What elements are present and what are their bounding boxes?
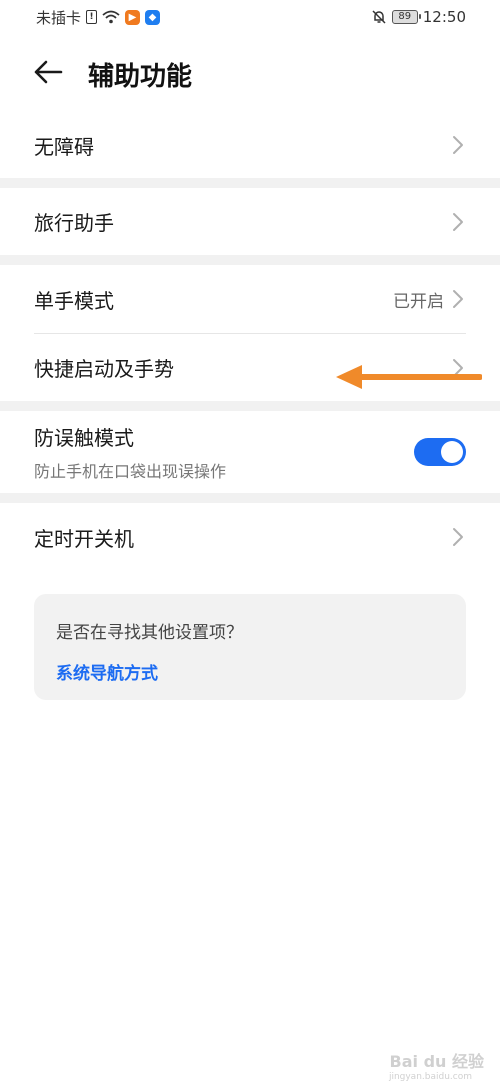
item-sublabel: 防止手机在口袋出现误操作 (34, 462, 227, 481)
chevron-right-icon (450, 288, 466, 310)
suggestion-question: 是否在寻找其他设置项？ (56, 623, 243, 643)
blue-app-icon: ◆ (145, 9, 161, 25)
item-label: 旅行助手 (34, 211, 114, 235)
watermark-logo: Bai du 经验 (389, 1052, 484, 1071)
mute-bell-icon (371, 9, 387, 25)
orange-app-icon: ▶ (125, 9, 141, 25)
status-left: 未插卡 ! ▶ ◆ (36, 7, 161, 28)
item-text: 防误触模式 防止手机在口袋出现误操作 (34, 422, 226, 482)
battery-icon: 89 (391, 10, 421, 24)
settings-item-accessibility[interactable]: 无障碍 (0, 112, 500, 178)
carrier-text: 未插卡 (36, 8, 82, 27)
settings-item-travel-assistant[interactable]: 旅行助手 (0, 188, 500, 255)
header: 辅助功能 (0, 48, 500, 100)
item-label: 快捷启动及手势 (34, 357, 174, 381)
section-gap (0, 178, 500, 188)
section-gap (0, 401, 500, 411)
chevron-right-icon (450, 211, 466, 233)
item-value: 已开启 (393, 291, 444, 312)
settings-item-one-hand-mode[interactable]: 单手模式 已开启 (0, 265, 500, 333)
status-bar: 未插卡 ! ▶ ◆ 89 12:50 (0, 0, 500, 34)
chevron-right-icon (450, 526, 466, 548)
item-label: 单手模式 (34, 288, 114, 313)
chevron-right-icon (450, 134, 466, 156)
item-label: 定时开关机 (34, 526, 134, 551)
watermark-url: jingyan.baidu.com (388, 1072, 472, 1082)
toggle-knob (441, 441, 463, 463)
item-label: 防误触模式 (34, 426, 134, 450)
annotation-arrow-icon (332, 362, 483, 396)
pocket-mode-toggle[interactable] (414, 438, 466, 466)
status-right: 89 12:50 (371, 8, 466, 26)
arrow-left-icon (33, 60, 63, 88)
settings-item-pocket-mode[interactable]: 防误触模式 防止手机在口袋出现误操作 (0, 411, 500, 493)
section-gap (0, 493, 500, 503)
wifi-icon (102, 10, 120, 24)
sim-icon: ! (86, 10, 98, 24)
item-right: 已开启 (393, 287, 466, 312)
suggestion-card: 是否在寻找其他设置项？ 系统导航方式 (34, 594, 466, 700)
section-gap (0, 255, 500, 265)
back-button[interactable] (16, 48, 80, 100)
system-navigation-link[interactable]: 系统导航方式 (56, 659, 444, 684)
item-label: 无障碍 (34, 134, 94, 159)
page-title: 辅助功能 (88, 61, 193, 92)
settings-item-scheduled-power[interactable]: 定时开关机 (0, 503, 500, 571)
clock: 12:50 (422, 8, 466, 26)
